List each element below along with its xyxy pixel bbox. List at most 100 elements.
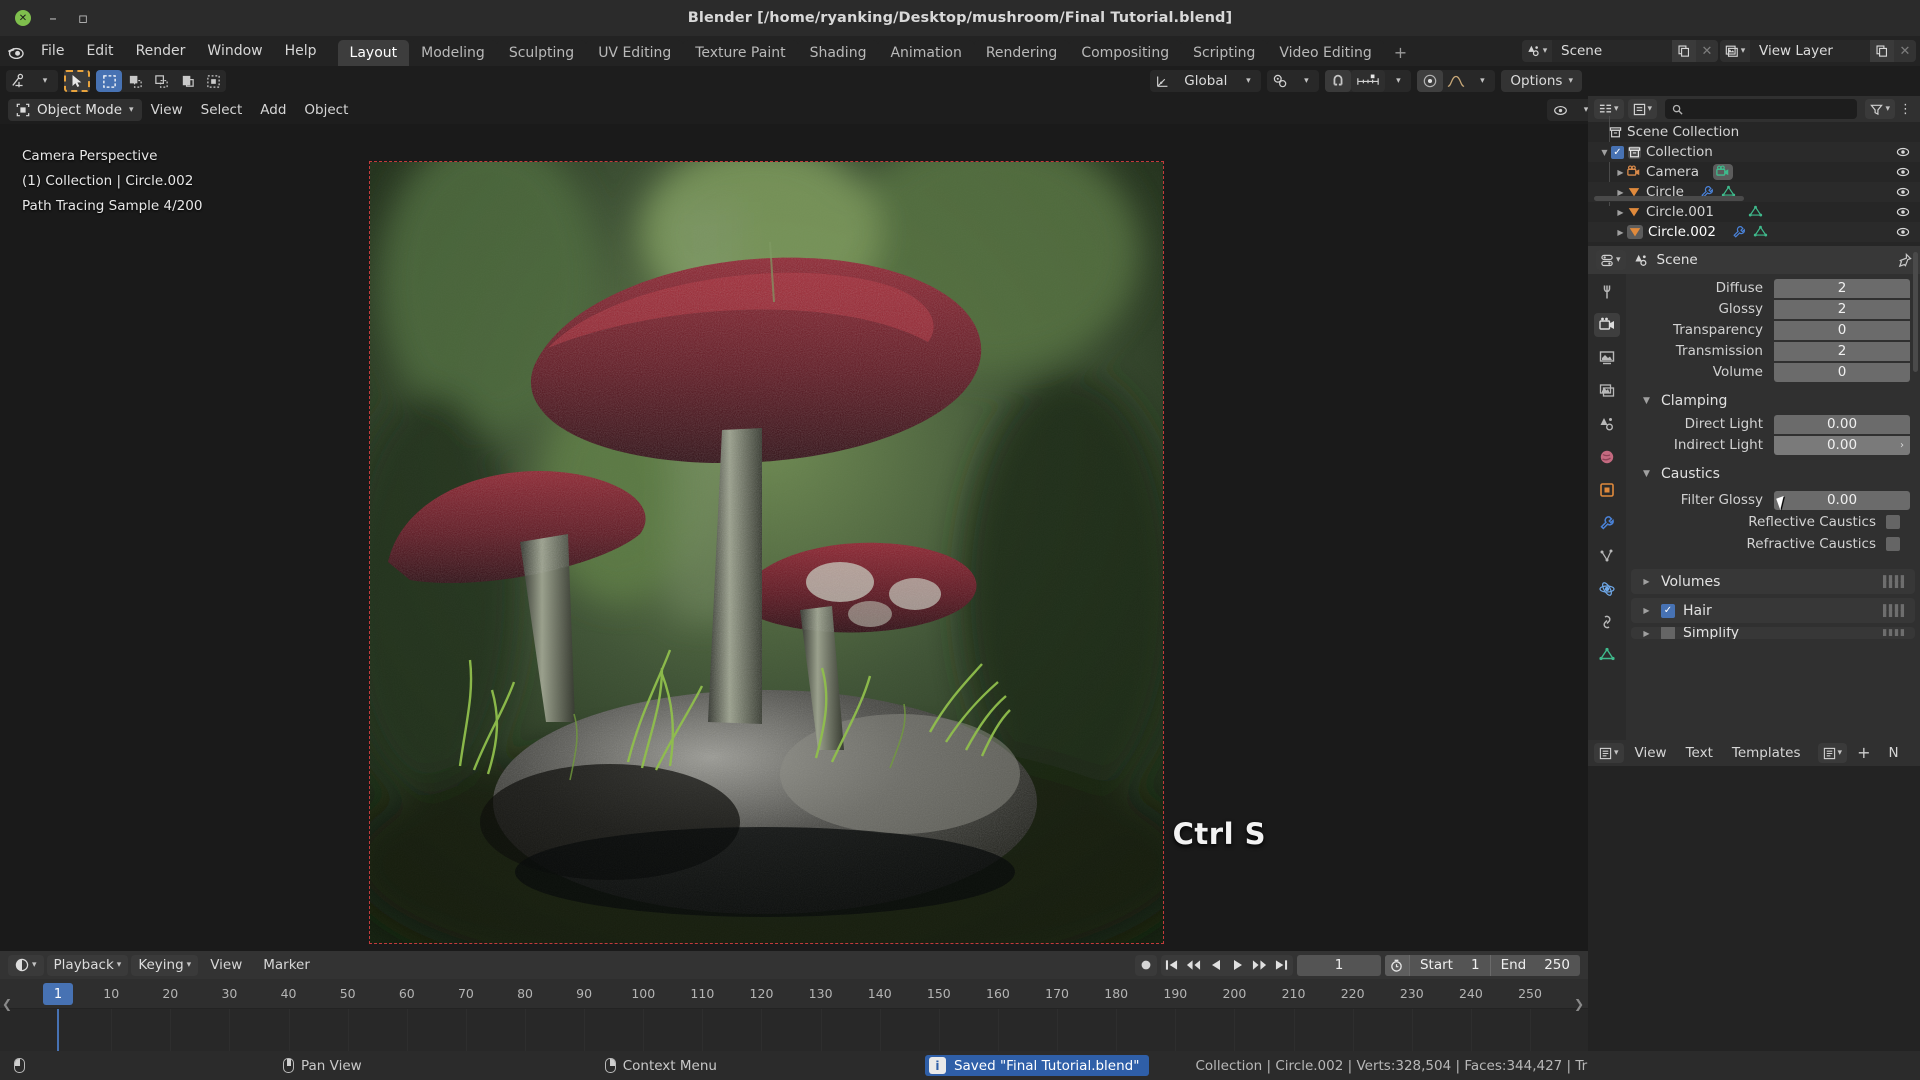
text-editor-type-button[interactable]: ▾ [1594,743,1624,763]
interaction-mode-selector[interactable]: Object Mode ▾ [8,99,142,121]
start-frame-field[interactable]: Start 1 [1408,954,1490,976]
increment-arrow-icon[interactable]: › [1900,440,1904,451]
select-subtract-icon[interactable] [148,70,174,92]
drag-grip-icon[interactable]: ▮▮▮▮ ▮▮▮▮ [1882,603,1906,618]
menu-file[interactable]: File [30,39,75,63]
expand-triangle-icon[interactable]: ▼ [1598,148,1611,157]
text-datablock-button[interactable]: ▾ [1817,743,1848,763]
outliner-row-circle-002[interactable]: ▶ Circle.002 [1588,222,1920,242]
delete-view-layer-button[interactable]: ✕ [1894,40,1916,62]
properties-tab-object[interactable] [1594,478,1620,502]
proportional-editing-group[interactable]: ▾ [1417,70,1496,92]
expand-triangle-icon[interactable]: ▶ [1614,208,1627,217]
end-frame-field[interactable]: End 250 [1489,954,1580,976]
select-difference-icon[interactable] [200,70,226,92]
properties-tab-render[interactable] [1594,313,1620,337]
object-types-visibility-icon[interactable] [1547,99,1573,121]
workspace-tab-scripting[interactable]: Scripting [1181,40,1268,66]
drag-grip-icon[interactable]: ▮▮▮▮ ▮▮▮▮ [1882,574,1906,589]
panel-volumes[interactable]: ▶ Volumes ▮▮▮▮ ▮▮▮▮ [1631,569,1915,594]
menu-render[interactable]: Render [125,39,197,63]
timeline-marker-menu[interactable]: Marker [254,955,319,976]
properties-editor[interactable]: ▾ Scene Diffuse 2 Glossy 2 Transparency … [1588,246,1920,740]
panel-hair[interactable]: ▶ Hair ▮▮▮▮▮▮▮▮ [1631,598,1915,623]
volume-bounces-field[interactable]: 0 [1774,362,1910,382]
blender-logo-icon[interactable] [0,36,30,66]
workspace-tab-sculpting[interactable]: Sculpting [496,40,587,66]
3d-viewport[interactable]: Camera Perspective (1) Collection | Circ… [0,124,1588,951]
previous-keyframe-icon[interactable] [1183,955,1205,976]
hair-enable-checkbox[interactable] [1661,603,1675,618]
properties-tab-view-layer[interactable] [1594,379,1620,403]
timeline-playhead-label[interactable]: 1 [43,983,73,1005]
proportional-edit-icon[interactable] [1417,70,1444,92]
menu-edit[interactable]: Edit [75,39,124,63]
timeline-scroll-right-icon[interactable]: ❯ [1574,997,1584,1011]
panel-simplify[interactable]: ▶ Simplify ▮▮▮▮ [1631,627,1915,639]
filter-glossy-field[interactable]: 0.00 [1774,490,1910,510]
chevron-down-icon[interactable]: ▾ [1235,70,1261,92]
eye-icon[interactable] [1896,165,1910,179]
outliner-editor[interactable]: ▾ ▾ ▾ ⋮ Scene Collection ▼ ✓ Collection … [1588,96,1920,246]
transparency-bounces-field[interactable]: 0 [1774,320,1910,340]
tweak-tool-button[interactable] [64,70,90,92]
properties-tab-output[interactable] [1594,346,1620,370]
chevron-down-icon[interactable]: ▾ [1293,70,1319,92]
play-icon[interactable] [1227,955,1249,976]
falloff-curve-icon[interactable] [1443,70,1469,92]
properties-vscrollbar[interactable] [1913,252,1918,372]
expand-triangle-icon[interactable]: ▶ [1614,228,1627,237]
add-workspace-button[interactable]: + [1384,40,1417,66]
jump-to-start-icon[interactable] [1161,955,1183,976]
workspace-tab-shading[interactable]: Shading [797,40,879,66]
play-reverse-icon[interactable] [1205,955,1227,976]
viewport-menu-add[interactable]: Add [251,99,295,121]
section-clamping[interactable]: ▼ Clamping [1626,388,1920,414]
status-saved-badge[interactable]: i Saved "Final Tutorial.blend" [911,1055,1164,1076]
snap-pivot-group[interactable]: ▾ [1267,70,1320,92]
refractive-caustics-checkbox[interactable] [1886,537,1900,551]
timeline-scroll-left-icon[interactable]: ❮ [2,997,12,1011]
reflective-caustics-checkbox[interactable] [1886,515,1900,529]
properties-tab-world[interactable] [1594,445,1620,469]
transform-pivot-icon[interactable] [6,70,32,92]
chevron-down-icon[interactable]: ▾ [1385,70,1411,92]
view-layer-selector[interactable]: ▾ View Layer ✕ [1720,40,1916,62]
workspace-tab-modeling[interactable]: Modeling [409,40,497,66]
eye-icon[interactable] [1896,145,1910,159]
text-menu-templates[interactable]: Templates [1724,743,1809,763]
properties-tab-particles[interactable] [1594,544,1620,568]
timeline-editor-type-button[interactable]: ▾ [8,954,44,976]
diffuse-bounces-field[interactable]: 2 [1774,278,1910,298]
mesh-data-icon[interactable] [1753,225,1768,239]
workspace-tab-compositing[interactable]: Compositing [1069,40,1182,66]
select-box-icon[interactable] [96,70,122,92]
properties-tab-object-data[interactable] [1594,643,1620,667]
drag-grip-icon[interactable]: ▮▮▮▮ [1882,629,1906,638]
outliner-display-mode-button[interactable]: ▾ [1627,99,1658,119]
outliner-search-input[interactable] [1665,99,1858,119]
viewport-menu-object[interactable]: Object [295,99,357,121]
properties-editor-type-button[interactable]: ▾ [1596,250,1626,270]
current-frame-field[interactable]: 1 [1296,954,1381,976]
eye-icon[interactable] [1896,185,1910,199]
timeline-track-area[interactable] [0,1009,1588,1051]
snap-increment-icon[interactable] [1351,70,1386,92]
timeline-playhead-line[interactable] [57,1009,59,1051]
workspace-tab-layout[interactable]: Layout [337,40,410,66]
use-preview-range-icon[interactable] [1384,954,1409,976]
direct-light-clamp-field[interactable]: 0.00 [1774,414,1910,434]
indirect-light-clamp-field[interactable]: 0.00 › [1774,435,1910,455]
viewport-menu-select[interactable]: Select [192,99,252,121]
properties-tab-scene[interactable] [1594,412,1620,436]
eye-icon[interactable] [1896,205,1910,219]
properties-tab-tool[interactable] [1594,280,1620,304]
expand-triangle-icon[interactable]: ▶ [1640,606,1653,615]
outliner-more-icon[interactable]: ⋮ [1899,102,1914,117]
outliner-row-collection[interactable]: ▼ Collection [1588,142,1920,162]
transform-orientation-group[interactable]: Global ▾ [1150,70,1262,92]
expand-triangle-icon[interactable]: ▶ [1614,168,1627,177]
pivot-point-icon[interactable] [1267,70,1293,92]
delete-scene-button[interactable]: ✕ [1696,40,1718,62]
workspace-tab-animation[interactable]: Animation [878,40,974,66]
